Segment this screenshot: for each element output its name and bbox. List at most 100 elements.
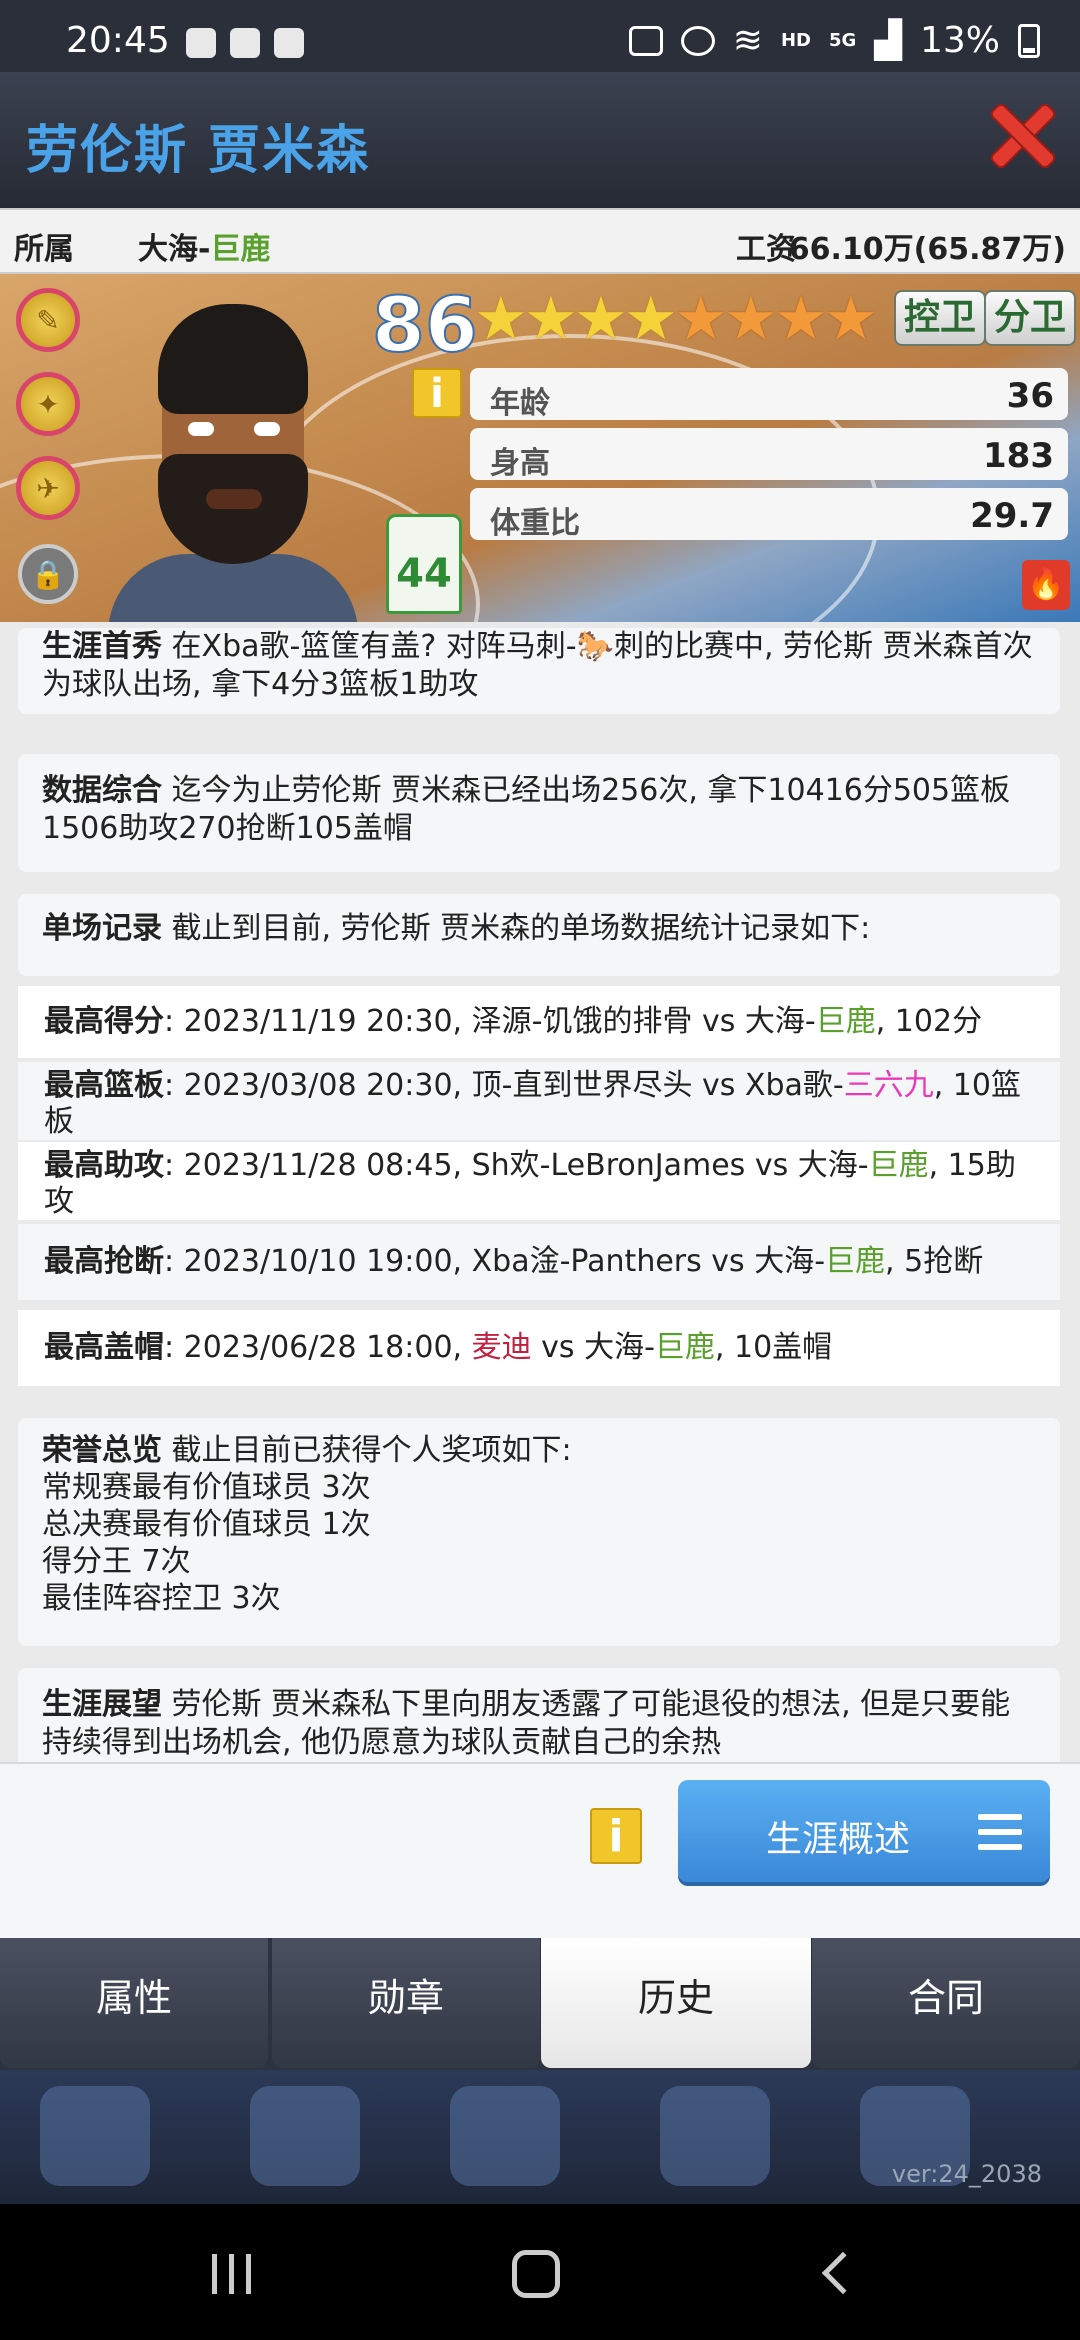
- record-row-points: 最高得分: 2023/11/19 20:30, 泽源-饥饿的排骨 vs 大海-巨…: [18, 986, 1060, 1058]
- player-title-bar: 劳伦斯 贾米森: [0, 72, 1080, 208]
- debut-panel: 生涯首秀 在Xba歌-篮筐有盖? 对阵马刺-🐎刺的比赛中, 劳伦斯 贾米森首次为…: [18, 628, 1060, 714]
- star-icon: ★: [724, 284, 778, 354]
- record-label: 最高抢断: [44, 1244, 164, 1279]
- status-bar: 20:45 ≋ HD 5G ▟ 13%: [0, 0, 1080, 72]
- star-rating: ★ ★ ★ ★ ★ ★ ★ ★: [474, 284, 878, 354]
- star-icon: ★: [824, 284, 878, 354]
- outlook-title: 生涯展望: [42, 1687, 162, 1722]
- action-bar: i 生涯概述: [0, 1762, 1080, 1938]
- status-time: 20:45: [66, 20, 170, 61]
- tab-medals[interactable]: 勋章: [272, 1938, 540, 2068]
- team-label: 所属: [14, 232, 74, 267]
- wifi-icon: ≋: [732, 20, 763, 61]
- signal-icon: ▟: [874, 20, 902, 61]
- honor-item: 总决赛最有价值球员 1次: [42, 1507, 371, 1542]
- attr-value: 36: [1006, 376, 1054, 416]
- outlook-panel: 生涯展望 劳伦斯 贾米森私下里向朋友透露了可能退役的想法, 但是只要能持续得到出…: [18, 1668, 1060, 1762]
- skill-badge-icon[interactable]: ✦: [16, 372, 80, 436]
- fire-icon[interactable]: 🔥: [1022, 560, 1070, 610]
- attr-label: 年龄: [490, 386, 550, 421]
- signal-label: 5G: [828, 30, 857, 51]
- attr-value: 29.7: [970, 496, 1054, 536]
- gallery-icon: [186, 28, 216, 58]
- records-title: 单场记录: [42, 911, 162, 946]
- star-icon: ★: [574, 284, 628, 354]
- background-menu-item: [250, 2086, 360, 2186]
- info-icon[interactable]: i: [412, 368, 462, 418]
- background-menu-item: [40, 2086, 150, 2186]
- record-team: 巨鹿: [815, 1004, 876, 1039]
- record-row-blocks: 最高盖帽: 2023/06/28 18:00, 麦迪 vs 大海-巨鹿, 10盖…: [18, 1310, 1060, 1386]
- record-detail: : 2023/11/28 08:45, Sh欢-LeBronJames vs 大…: [164, 1148, 869, 1183]
- record-label: 最高助攻: [44, 1148, 164, 1183]
- honors-text: 截止目前已获得个人奖项如下:: [171, 1433, 572, 1468]
- info-icon[interactable]: i: [590, 1808, 642, 1864]
- version-label: ver:24_2038: [891, 2160, 1042, 2188]
- notification-icons: [186, 28, 304, 58]
- record-label: 最高得分: [44, 1004, 164, 1039]
- player-avatar: [108, 304, 358, 622]
- system-nav-bar: [0, 2204, 1080, 2340]
- record-row-rebounds: 最高篮板: 2023/03/08 20:30, 顶-直到世界尽头 vs Xba歌…: [18, 1062, 1060, 1140]
- salary-label: 工资: [736, 232, 796, 267]
- record-detail: : 2023/03/08 20:30, 顶-直到世界尽头 vs Xba歌-: [164, 1068, 844, 1103]
- team-value: 大海-巨鹿: [138, 224, 270, 268]
- avatar-eye: [254, 422, 280, 436]
- tab-attributes[interactable]: 属性: [0, 1938, 268, 2068]
- team-prefix: 大海-: [138, 232, 211, 267]
- position-button-sg[interactable]: 分卫: [984, 290, 1077, 346]
- jersey-icon: 44: [386, 514, 462, 614]
- career-overview-label: 生涯概述: [766, 1819, 911, 1860]
- team-salary-row: 所属 大海-巨鹿 工资 66.10万(65.87万): [0, 208, 1080, 274]
- honor-item: 得分王 7次: [42, 1544, 191, 1579]
- jersey-number: 44: [396, 551, 452, 597]
- record-label: 最高篮板: [44, 1068, 164, 1103]
- tab-history[interactable]: 历史: [541, 1938, 811, 2068]
- recent-apps-icon[interactable]: [212, 2254, 258, 2294]
- record-row-steals: 最高抢断: 2023/10/10 19:00, Xba淦-Panthers vs…: [18, 1224, 1060, 1300]
- cast-icon: [628, 25, 663, 56]
- tab-contract[interactable]: 合同: [812, 1938, 1080, 2068]
- avatar-eye: [188, 422, 214, 436]
- hd-label: HD: [780, 30, 811, 51]
- background-menu-item: [450, 2086, 560, 2186]
- attr-weight-ratio: 体重比 29.7: [470, 488, 1068, 541]
- mascot-icon: [274, 28, 304, 58]
- honor-item: 最佳阵容控卫 3次: [42, 1581, 281, 1616]
- record-value: , 10盖帽: [714, 1330, 833, 1365]
- record-row-assists: 最高助攻: 2023/11/28 08:45, Sh欢-LeBronJames …: [18, 1142, 1060, 1220]
- status-right: ≋ HD 5G ▟ 13%: [628, 20, 1040, 61]
- home-icon[interactable]: [512, 2250, 560, 2298]
- career-overview-button[interactable]: 生涯概述: [678, 1780, 1050, 1882]
- battery-percent: 13%: [919, 20, 1000, 61]
- salary-value: 66.10万(65.87万): [788, 232, 1066, 267]
- avatar-hair: [158, 304, 308, 414]
- record-value: , 102分: [875, 1004, 983, 1039]
- attr-age: 年龄 36: [470, 368, 1068, 421]
- close-icon[interactable]: [988, 102, 1052, 166]
- record-team: 巨鹿: [868, 1148, 929, 1183]
- check-app-icon: [230, 28, 260, 58]
- skill-badge-icon[interactable]: ✎: [16, 288, 80, 352]
- position-button-pg[interactable]: 控卫: [894, 290, 987, 346]
- history-content[interactable]: 生涯首秀 在Xba歌-篮筐有盖? 对阵马刺-🐎刺的比赛中, 劳伦斯 贾米森首次为…: [0, 622, 1080, 1762]
- skill-badge-icon[interactable]: ✈: [16, 456, 80, 520]
- attr-height: 身高 183: [470, 428, 1068, 481]
- record-team: 巨鹿: [654, 1330, 715, 1365]
- record-value: , 5抢断: [885, 1244, 984, 1279]
- background-menu-item: [660, 2086, 770, 2186]
- record-detail: : 2023/11/19 20:30, 泽源-饥饿的排骨 vs 大海-: [164, 1004, 816, 1039]
- attr-label: 体重比: [490, 506, 580, 541]
- record-detail: vs 大海-: [531, 1330, 655, 1365]
- battery-icon: [1018, 23, 1040, 58]
- avatar-mouth: [206, 489, 262, 509]
- lock-icon[interactable]: 🔒: [18, 544, 78, 604]
- tab-bar: 属性 勋章 历史 合同: [0, 1938, 1080, 2070]
- star-icon: ★: [474, 284, 528, 354]
- back-icon[interactable]: [821, 2251, 865, 2295]
- overall-rating: 86: [371, 279, 479, 370]
- avatar-beard: [158, 454, 308, 564]
- honors-title: 荣誉总览: [42, 1433, 162, 1468]
- team-name: 巨鹿: [210, 232, 271, 267]
- star-icon: ★: [774, 284, 828, 354]
